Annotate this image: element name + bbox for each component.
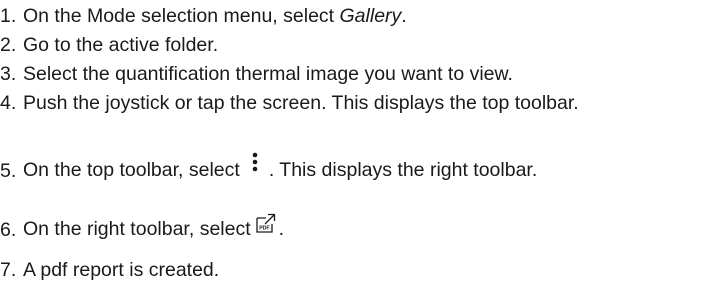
pdf-icon-label: PDF: [259, 226, 269, 232]
step-3: 3. Select the quantification thermal ima…: [0, 63, 513, 85]
step-4: 4. Push the joystick or tap the screen. …: [0, 92, 579, 114]
step-number: 3.: [0, 63, 17, 85]
step-text: On the Mode selection menu, select Galle…: [23, 5, 407, 27]
step-number: 4.: [0, 92, 17, 114]
step-2: 2. Go to the active folder.: [0, 34, 218, 56]
step-text: A pdf report is created.: [23, 259, 220, 281]
step-text: Go to the active folder.: [23, 34, 219, 56]
step-5: 5. On the top toolbar, select. This disp…: [0, 152, 537, 185]
gallery-term: Gallery: [339, 5, 402, 27]
step-text: Push the joystick or tap the screen. Thi…: [23, 92, 579, 114]
step-text: Select the quantification thermal image …: [23, 63, 513, 85]
step-6: 6. On the right toolbar, select PDF.: [0, 213, 284, 242]
step-7: 7. A pdf report is created.: [0, 259, 219, 281]
more-vertical-icon: [248, 151, 262, 179]
step-number: 2.: [0, 34, 17, 56]
step-number: 5.: [0, 160, 17, 182]
step-number: 7.: [0, 259, 17, 281]
step-number: 6.: [0, 219, 17, 241]
step-number: 1.: [0, 5, 17, 27]
step-1: 1. On the Mode selection menu, select Ga…: [0, 5, 407, 27]
step-text: On the top toolbar, select. This display…: [23, 152, 537, 185]
pdf-export-icon: PDF: [255, 211, 277, 235]
step-text: On the right toolbar, select PDF.: [23, 213, 284, 242]
